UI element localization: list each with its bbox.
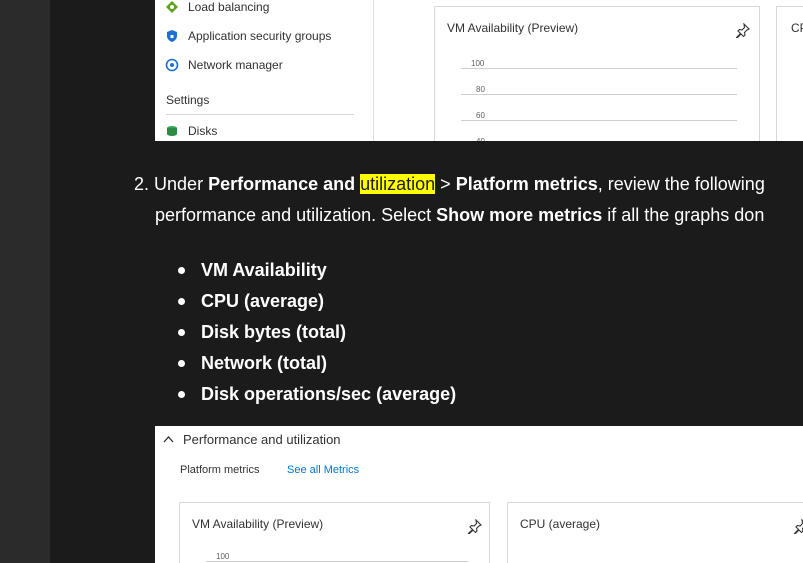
nav-item-disks[interactable]: Disks [165,121,217,141]
gridline [461,94,737,95]
platform-metrics-label: Platform metrics [180,464,260,476]
list-item-label: Network (total) [201,353,327,373]
bold-text: Platform metrics [455,174,598,194]
list-item-label: Disk operations/sec (average) [201,384,457,404]
gridline [206,561,468,562]
disks-icon [165,124,179,138]
portal-screenshot-top: Load balancing Application security grou… [155,0,803,141]
text: performance and utilization. Select [155,205,437,225]
nav-item-application-security-groups[interactable]: Application security groups [165,26,331,46]
divider [373,0,374,141]
bullet-icon [178,391,185,398]
nav-item-label: Application security groups [188,29,332,43]
list-item: VM Availability [178,255,456,286]
tick-label: 100 [471,59,485,68]
tick-label: 80 [476,85,485,94]
tick-label: 100 [216,552,230,561]
instruction-line-2: performance and utilization. Select Show… [155,205,764,226]
card-title: VM Availability (Preview) [192,517,324,531]
shield-icon [165,29,179,43]
gridline [461,120,737,121]
network-manager-icon [165,58,179,72]
list-item: CPU (average) [178,286,456,317]
metrics-list: VM Availability CPU (average) Disk bytes… [178,255,456,410]
card-title: CPU (average) [791,21,803,35]
section-header[interactable]: Performance and utilization [163,432,341,447]
list-item-label: Disk bytes (total) [201,322,347,342]
instruction-step: 2. Under Performance and utilization > P… [134,174,765,195]
nav-item-network-manager[interactable]: Network manager [165,55,283,75]
bullet-icon [178,267,185,274]
card-title: VM Availability (Preview) [447,21,579,35]
list-item: Disk bytes (total) [178,317,456,348]
card-title: CPU (average) [520,517,601,531]
nav-item-label: Disks [188,124,218,138]
resource-menu: Load balancing Application security grou… [155,0,373,141]
nav-item-label: Network manager [188,58,283,72]
pin-icon[interactable] [467,518,482,537]
left-gutter [0,0,50,563]
text: , review the following [597,174,765,194]
tick-label: 60 [476,111,485,120]
list-item: Disk operations/sec (average) [178,379,456,410]
load-balancing-icon [165,0,179,14]
step-number: 2. [134,174,150,194]
pin-icon[interactable] [793,518,803,537]
bold-text: Performance and [208,174,361,194]
bullet-icon [178,298,185,305]
text: Under [154,174,209,194]
vm-availability-card[interactable]: VM Availability (Preview) 100 80 60 40 [434,6,760,141]
list-item: Network (total) [178,348,456,379]
divider [166,114,354,115]
bullet-icon [178,329,185,336]
bullet-icon [178,360,185,367]
nav-item-load-balancing[interactable]: Load balancing [165,0,269,17]
gridline [461,68,737,69]
pin-icon[interactable] [735,22,750,41]
cpu-average-card[interactable]: CPU (average) [776,6,803,141]
text: if all the graphs don [602,205,765,225]
cpu-average-card[interactable]: CPU (average) [507,502,803,563]
search-highlight: utilization [360,174,436,194]
see-all-metrics-link[interactable]: See all Metrics [287,464,359,476]
tick-label: 40 [476,137,485,141]
bold-text: Show more metrics [436,205,603,225]
settings-heading: Settings [166,93,210,107]
portal-screenshot-bottom: Performance and utilization Platform met… [155,426,803,563]
nav-item-label: Load balancing [188,0,270,14]
chevron-up-icon[interactable] [163,434,174,446]
text: > [435,174,456,194]
vm-availability-card[interactable]: VM Availability (Preview) 100 [179,502,490,563]
list-item-label: VM Availability [201,260,327,280]
section-title: Performance and utilization [183,432,341,447]
list-item-label: CPU (average) [201,291,325,311]
